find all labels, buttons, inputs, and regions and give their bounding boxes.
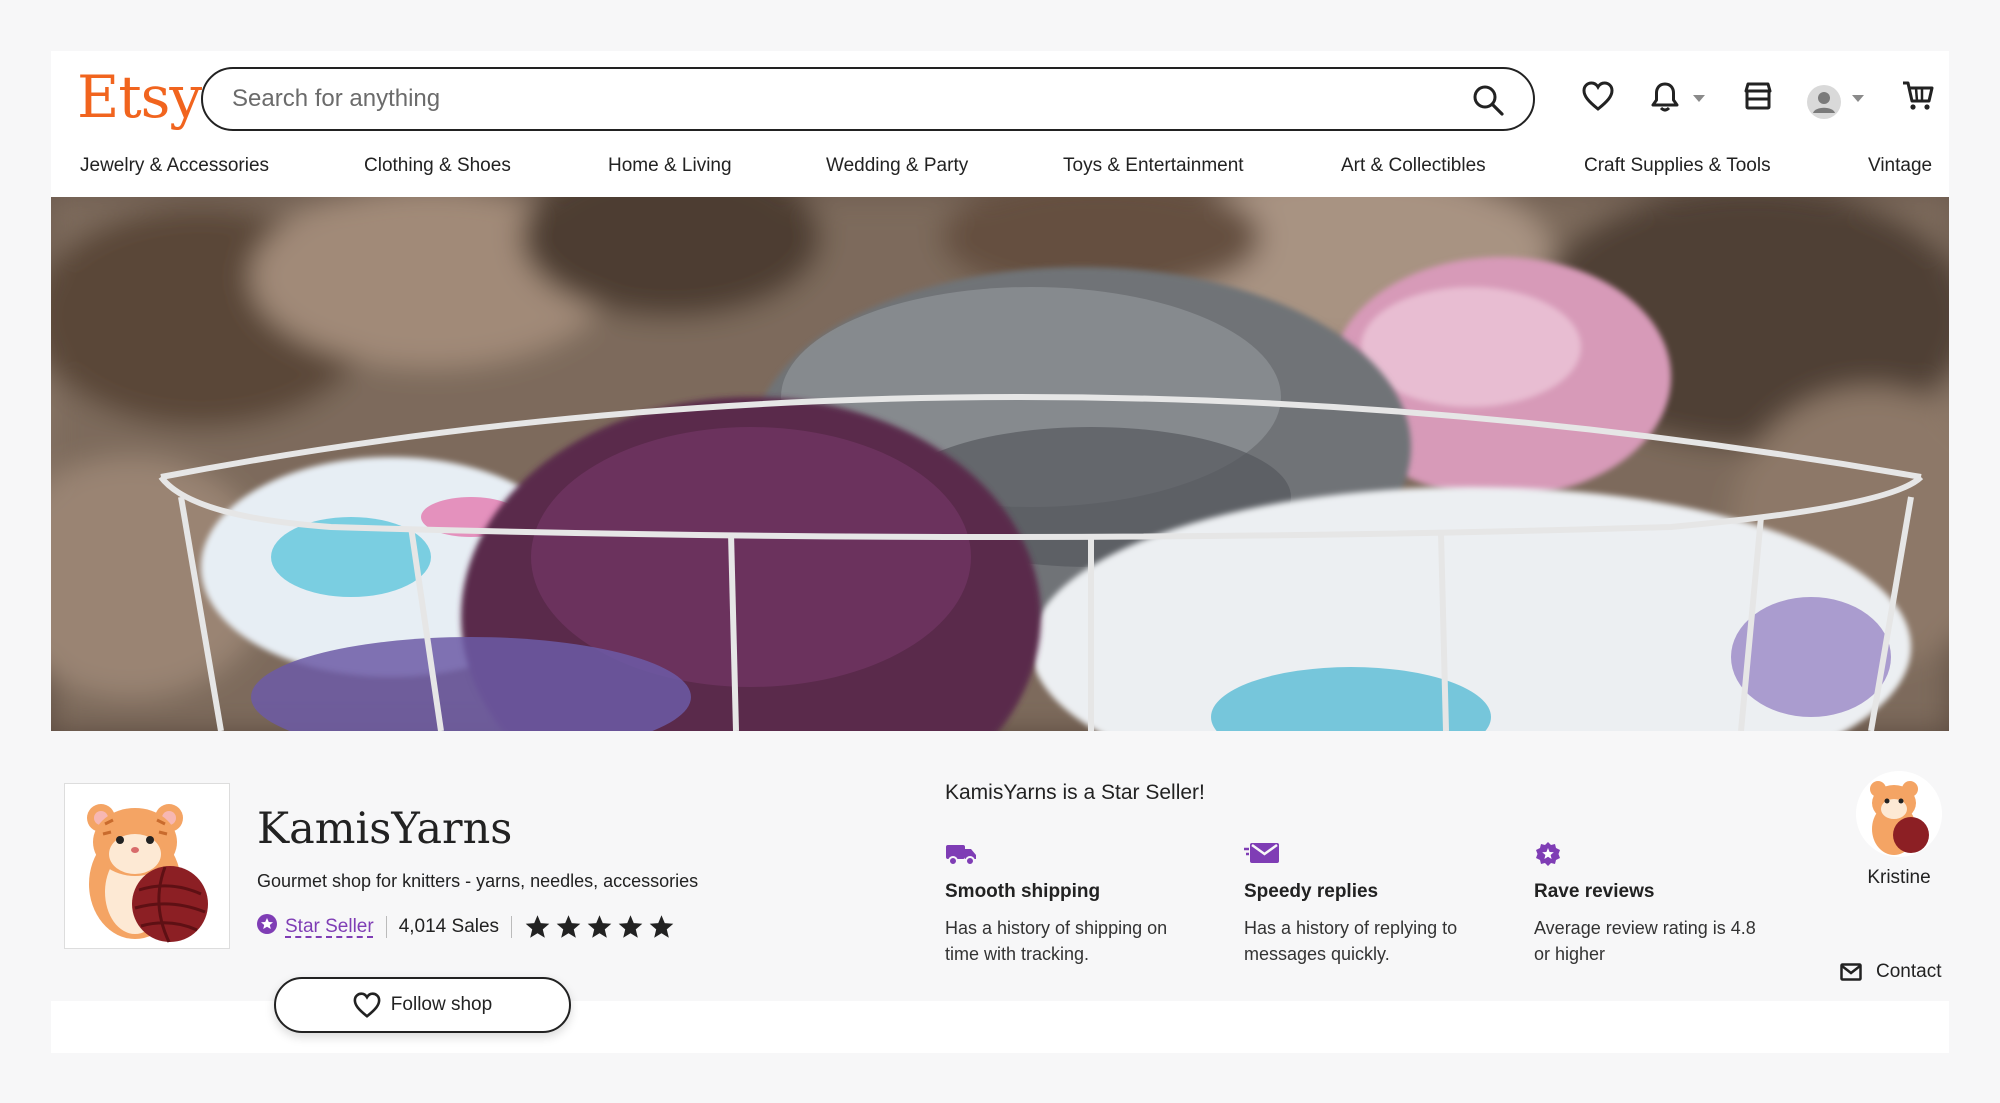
shop-meta: Star Seller 4,014 Sales <box>257 914 675 940</box>
nav-home-living[interactable]: Home & Living <box>608 155 732 177</box>
nav-art-collectibles[interactable]: Art & Collectibles <box>1341 155 1486 177</box>
feature-description: Has a history of replying to messages qu… <box>1244 918 1458 964</box>
shop-page: Etsy Jewelry & Accessories Clothing & Sh… <box>51 51 1949 1053</box>
star-seller-title: KamisYarns is a Star Seller! <box>945 781 1205 804</box>
contact-owner-link[interactable]: Contact <box>1840 961 1941 983</box>
shop-info-section: KamisYarns Gourmet shop for knitters - y… <box>51 731 1949 1033</box>
feature-title: Smooth shipping <box>945 881 1101 902</box>
contact-label: Contact <box>1876 961 1942 982</box>
feature-title: Rave reviews <box>1534 881 1655 902</box>
nav-wedding-party[interactable]: Wedding & Party <box>826 155 968 177</box>
sales-count[interactable]: 4,014 Sales <box>399 916 499 938</box>
star-badge-icon <box>1534 841 1774 869</box>
star-icon <box>618 915 643 938</box>
follow-shop-button[interactable]: Follow shop <box>274 977 571 1033</box>
chevron-down-icon[interactable] <box>1693 95 1705 102</box>
shop-owner[interactable]: Kristine <box>1854 771 1944 889</box>
category-nav: Jewelry & Accessories Clothing & Shoes H… <box>51 155 1949 199</box>
star-icon <box>587 915 612 938</box>
etsy-logo[interactable]: Etsy <box>77 63 202 131</box>
shop-logo-image[interactable] <box>64 783 230 949</box>
message-envelope-icon <box>1244 841 1484 869</box>
star-seller-badge-icon <box>257 914 277 940</box>
shop-name: KamisYarns <box>257 804 513 854</box>
nav-craft-supplies-tools[interactable]: Craft Supplies & Tools <box>1584 155 1771 177</box>
feature-description: Has a history of shipping on time with t… <box>945 918 1168 964</box>
cart-icon[interactable] <box>1902 81 1934 116</box>
account-avatar-icon[interactable] <box>1806 84 1842 125</box>
feature-title: Speedy replies <box>1244 881 1379 902</box>
divider <box>511 916 513 938</box>
nav-vintage[interactable]: Vintage <box>1868 155 1932 177</box>
follow-shop-label: Follow shop <box>390 994 493 1015</box>
shop-manager-icon[interactable] <box>1743 81 1773 116</box>
chevron-down-icon[interactable] <box>1852 95 1864 102</box>
shop-tagline: Gourmet shop for knitters - yarns, needl… <box>257 871 699 891</box>
shop-banner-image <box>51 197 1949 731</box>
star-seller-link[interactable]: Star Seller <box>285 916 374 938</box>
rating-stars[interactable] <box>524 914 675 940</box>
star-icon <box>649 915 674 938</box>
shipping-truck-icon <box>945 841 1185 869</box>
star-icon <box>556 915 581 938</box>
divider <box>385 916 387 938</box>
nav-toys-entertainment[interactable]: Toys & Entertainment <box>1063 155 1244 177</box>
owner-avatar[interactable] <box>1856 771 1942 857</box>
feature-smooth-shipping: Smooth shipping Has a history of shippin… <box>945 841 1185 967</box>
mail-icon <box>1840 963 1862 981</box>
favorites-heart-icon[interactable] <box>1582 81 1614 116</box>
feature-speedy-replies: Speedy replies Has a history of replying… <box>1244 841 1484 967</box>
heart-icon <box>353 992 381 1018</box>
owner-name[interactable]: Kristine <box>1854 867 1944 889</box>
search-input[interactable] <box>230 84 1414 114</box>
feature-description: Average review rating is 4.8 or higher <box>1534 918 1756 964</box>
star-icon <box>525 915 550 938</box>
nav-clothing-shoes[interactable]: Clothing & Shoes <box>364 155 511 177</box>
feature-rave-reviews: Rave reviews Average review rating is 4.… <box>1534 841 1774 967</box>
search-bar[interactable] <box>201 67 1535 131</box>
search-icon[interactable] <box>1471 83 1505 117</box>
notifications-bell-icon[interactable] <box>1650 81 1680 118</box>
nav-jewelry-accessories[interactable]: Jewelry & Accessories <box>80 155 269 177</box>
